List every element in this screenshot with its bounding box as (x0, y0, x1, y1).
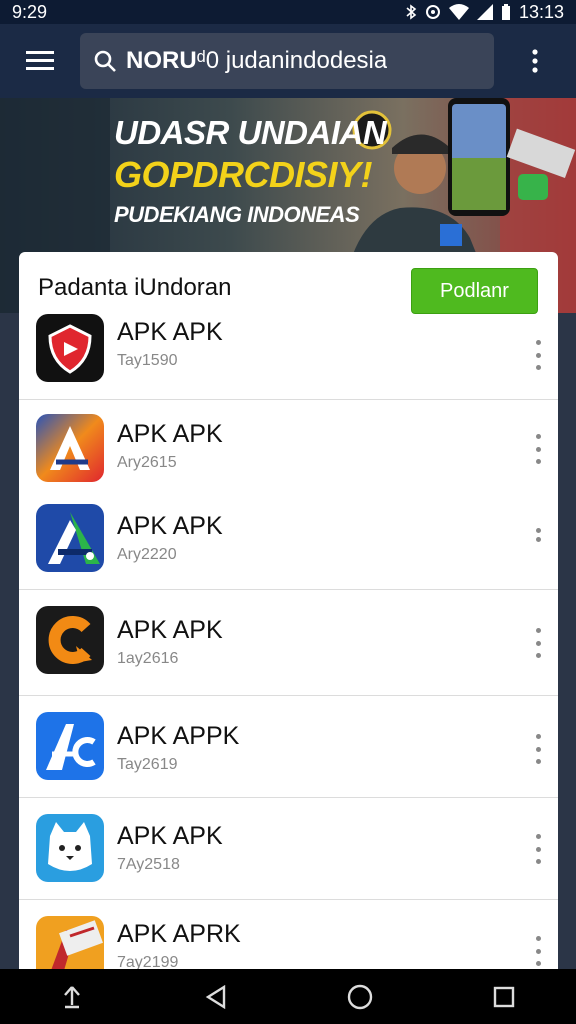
app-name: APK APPK (117, 722, 240, 750)
app-list-panel: Padanta iUndoran Podlanr APK APK Tay1590… (19, 252, 558, 969)
search-input[interactable]: NORUᵈ0 judanindodesia (80, 33, 494, 89)
app-subtitle: 7Ay2518 (117, 856, 180, 873)
app-name: APK APK (117, 616, 223, 644)
battery-icon (501, 4, 510, 20)
more-options-button[interactable] (494, 24, 576, 98)
item-more-button[interactable] (528, 834, 548, 864)
home-circle-icon (347, 984, 373, 1009)
search-icon (94, 50, 116, 72)
item-more-button[interactable] (528, 628, 548, 658)
item-more-button[interactable] (528, 936, 548, 966)
upload-arrow-icon (64, 985, 80, 1008)
list-item[interactable]: APK APK Tay1590 (19, 314, 558, 400)
search-query-rest: ᵈ0 judanindodesia (196, 47, 388, 74)
list-item[interactable]: APK APK Ary2615 (19, 400, 558, 492)
app-name: APK APK (117, 318, 223, 346)
app-subtitle: Ary2220 (117, 546, 177, 563)
item-more-button[interactable] (528, 734, 548, 764)
app-subtitle: 1ay2616 (117, 650, 179, 667)
list-item[interactable]: APK APK Ary2220 (19, 492, 558, 590)
letter-c-orange-icon (36, 606, 104, 674)
letter-a-gradient-icon (36, 414, 104, 482)
hamburger-menu-icon (26, 51, 54, 70)
letter-a-blue-icon (36, 504, 104, 572)
panel-header: Padanta iUndoran Podlanr (19, 252, 558, 318)
kebab-menu-icon (532, 49, 538, 73)
letter-a-stamp-icon (36, 916, 104, 969)
top-app-bar: NORUᵈ0 judanindodesia (0, 24, 576, 98)
search-query-bold: NORU (126, 47, 197, 74)
app-subtitle: 7ay2199 (117, 954, 179, 969)
banner-headline-3: PUDEKIANG INDONEAS (114, 202, 360, 227)
app-list: APK APK Tay1590 APK APK Ary2615 APK APK … (19, 314, 558, 969)
nav-home-button[interactable] (330, 969, 390, 1024)
app-subtitle: Tay1590 (117, 352, 178, 369)
menu-button[interactable] (0, 24, 80, 98)
item-more-button[interactable] (528, 340, 548, 370)
banner-headline-1: UDASR UNDAIAN (114, 114, 387, 151)
item-more-button[interactable] (528, 528, 548, 542)
status-bar: 9:29 13:13 (0, 0, 576, 24)
wifi-icon (448, 4, 469, 20)
list-item[interactable]: APK APK 7Ay2518 (19, 798, 558, 900)
recents-square-icon (493, 986, 515, 1007)
panel-title: Padanta iUndoran (38, 274, 232, 301)
back-triangle-icon (205, 984, 226, 1009)
letter-ac-blue-icon (36, 712, 104, 780)
app-subtitle: Tay2619 (117, 756, 178, 773)
banner-headline-2: GOPDRCDISIY! (114, 154, 373, 195)
list-item[interactable]: APK APRK 7ay2199 (19, 900, 558, 969)
status-right-time: 13:13 (518, 1, 564, 22)
app-name: APK APK (117, 512, 223, 540)
status-icons: 13:13 (405, 2, 564, 23)
shield-play-icon (36, 314, 104, 382)
cat-face-icon (36, 814, 104, 882)
panel-action-button[interactable]: Podlanr (411, 268, 538, 314)
nav-share-button[interactable] (42, 969, 102, 1024)
app-name: APK APRK (117, 920, 241, 948)
signal-icon (476, 4, 493, 20)
bluetooth-icon (406, 4, 417, 20)
app-name: APK APK (117, 420, 223, 448)
list-item[interactable]: APK APPK Tay2619 (19, 696, 558, 798)
nav-recents-button[interactable] (474, 969, 534, 1024)
status-time: 9:29 (12, 1, 48, 22)
list-item[interactable]: APK APK 1ay2616 (19, 590, 558, 696)
search-query: NORUᵈ0 judanindodesia (126, 47, 387, 75)
system-nav-bar (0, 969, 576, 1024)
alarm-icon (425, 5, 440, 19)
item-more-button[interactable] (528, 434, 548, 464)
nav-back-button[interactable] (186, 969, 246, 1024)
app-name: APK APK (117, 822, 223, 850)
app-subtitle: Ary2615 (117, 454, 177, 471)
